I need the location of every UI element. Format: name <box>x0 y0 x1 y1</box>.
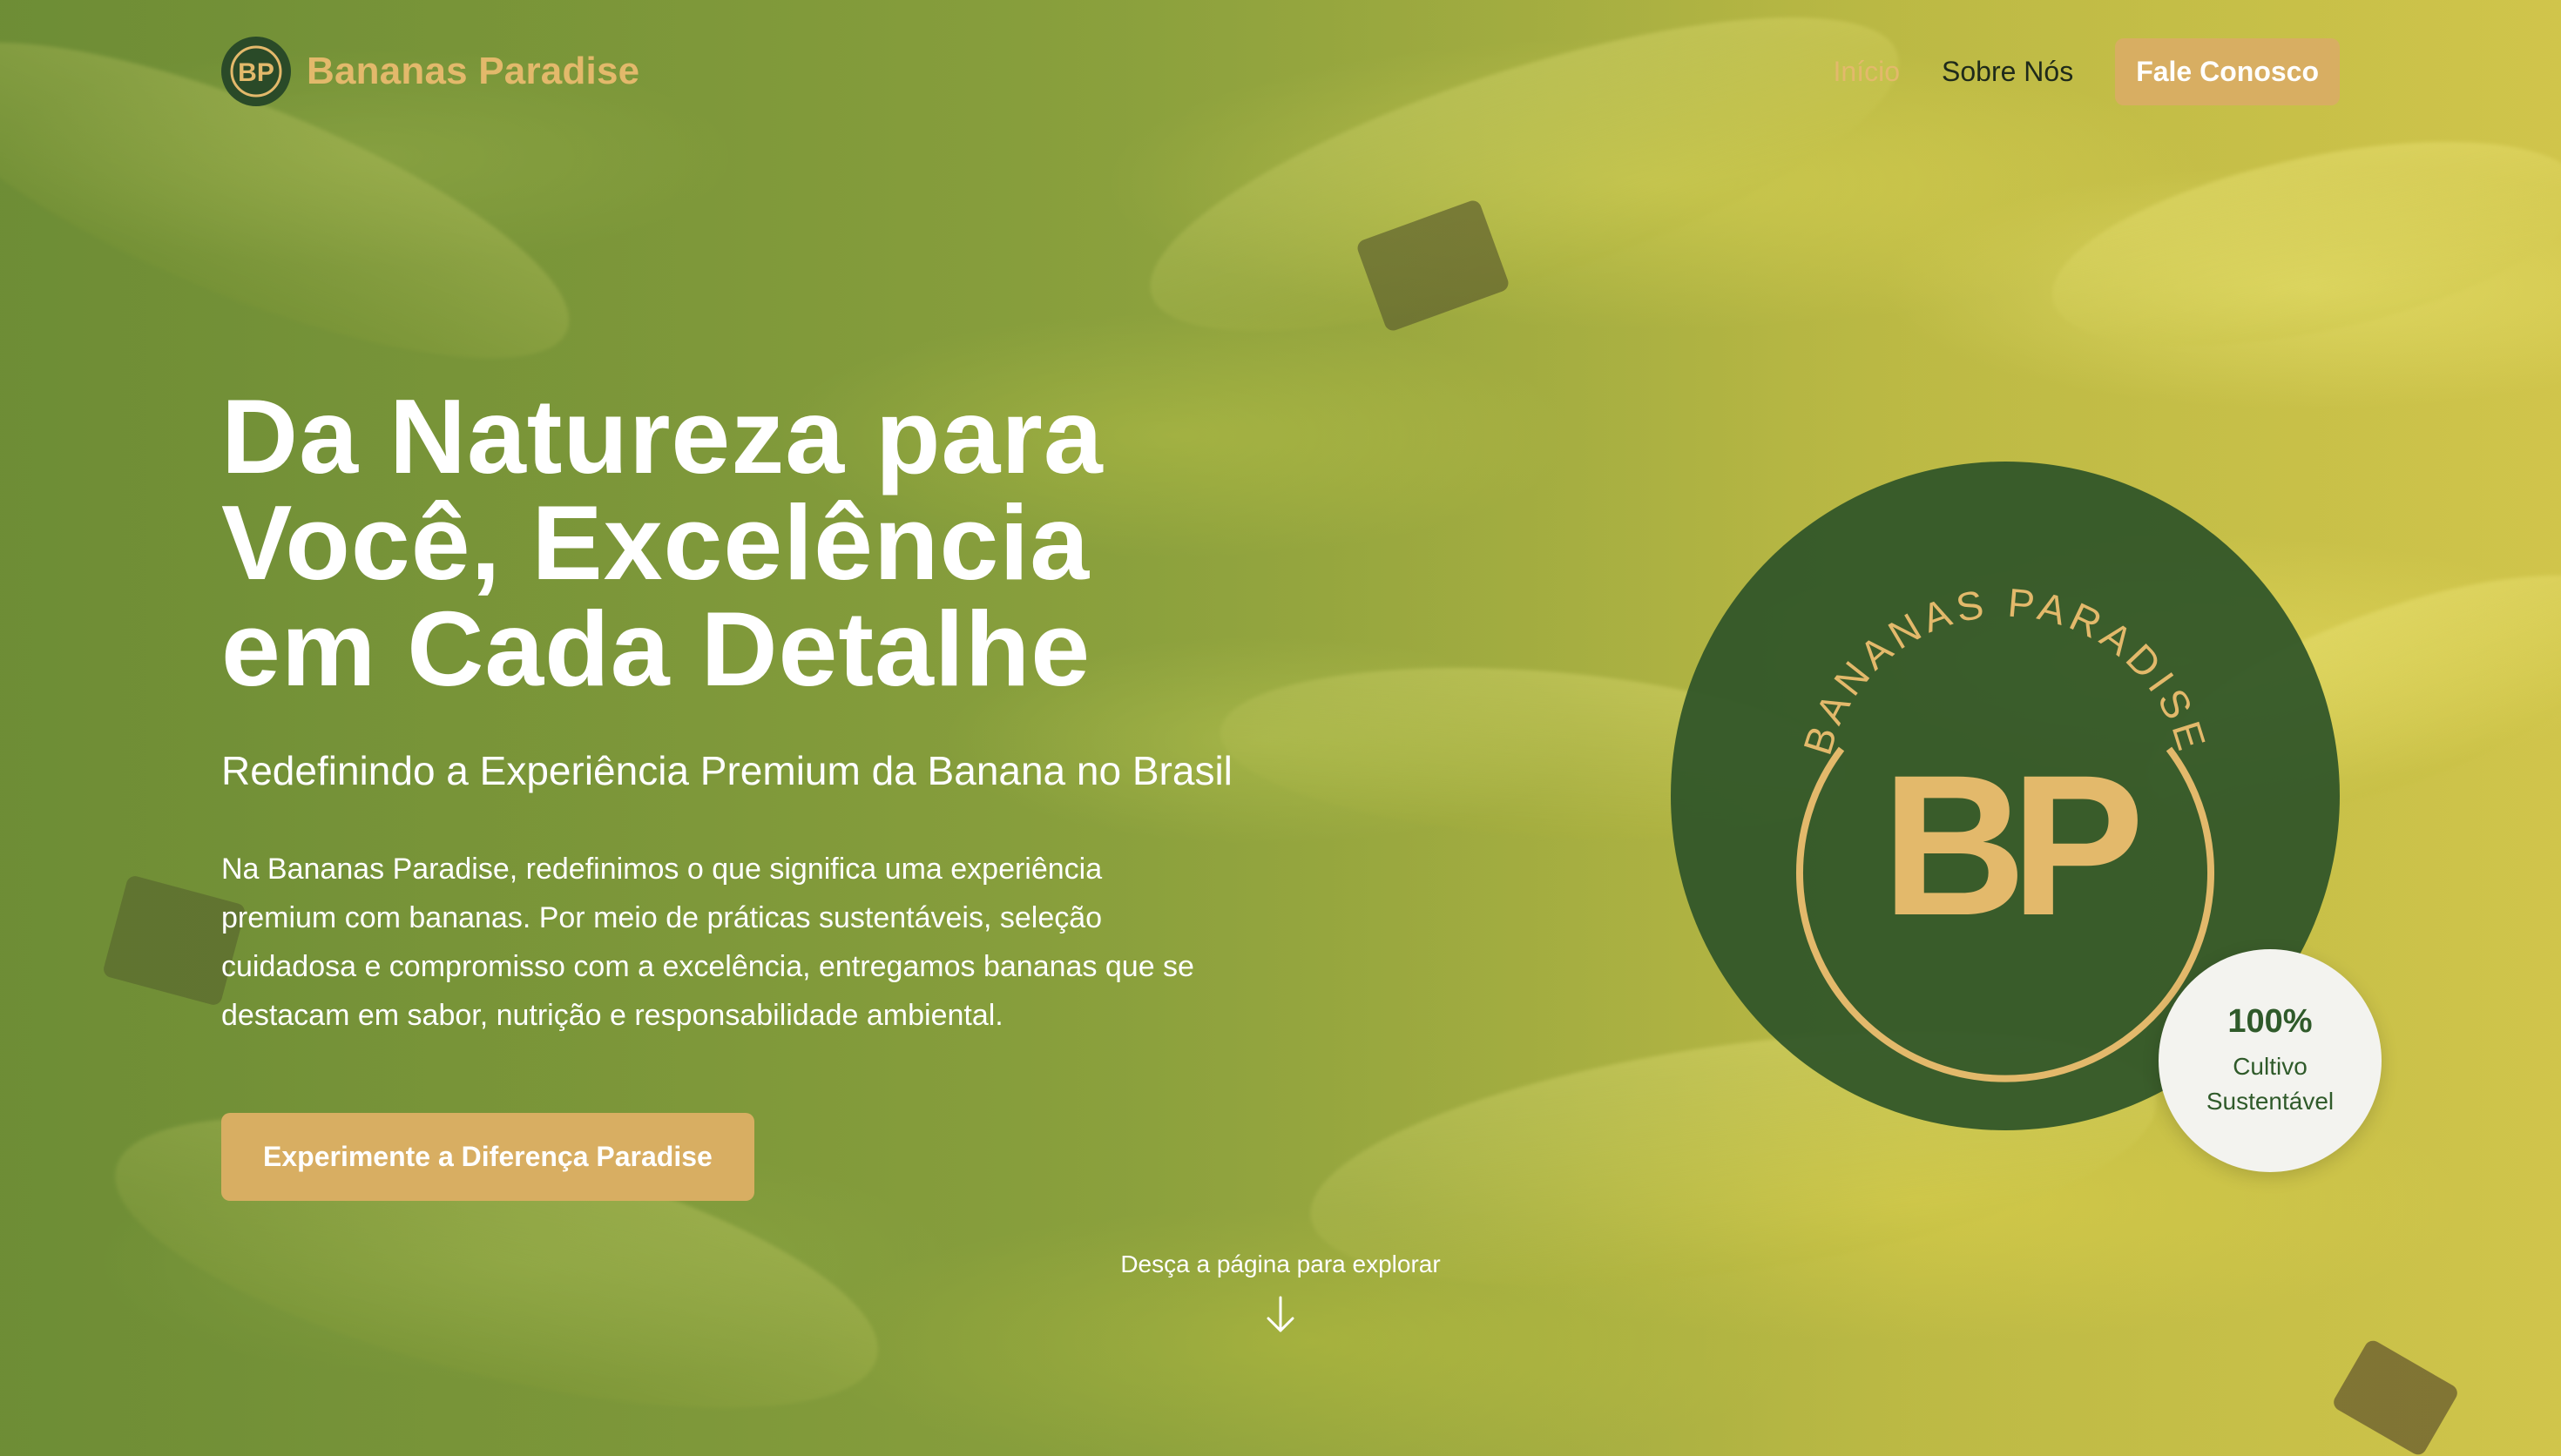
hero-title: Da Natureza para Você, Excelência em Cad… <box>221 383 1301 702</box>
stat-value: 100% <box>2227 1002 2313 1040</box>
scroll-hint-text: Desça a página para explorar <box>1120 1250 1441 1277</box>
main-nav: Início Sobre Nós Fale Conosco <box>1834 37 2340 105</box>
arrow-down-icon[interactable] <box>1063 1294 1498 1336</box>
brand-logo-initials: BP <box>238 58 274 87</box>
contact-button[interactable]: Fale Conosco <box>2115 37 2340 105</box>
stat-label-line: Sustentável <box>2206 1087 2335 1115</box>
brand[interactable]: BP Bananas Paradise <box>221 37 639 106</box>
nav-item-sobre-nos[interactable]: Sobre Nós <box>1942 56 2073 88</box>
brand-logo-icon: BP <box>221 37 291 106</box>
hero-body: Na Bananas Paradise, redefinimos o que s… <box>221 853 1194 1032</box>
hero-subtitle: Redefinindo a Experiência Premium da Ban… <box>221 748 1233 793</box>
sustainability-stat-badge: 100% Cultivo Sustentável <box>2159 949 2382 1172</box>
landing-page: BP Bananas Paradise Início Sobre Nós Fal… <box>0 0 2561 1456</box>
nav-item-inicio[interactable]: Início <box>1834 56 1900 88</box>
hero-title-line: Da Natureza para <box>221 377 1104 495</box>
site-header: BP Bananas Paradise Início Sobre Nós Fal… <box>221 35 2340 108</box>
scroll-hint[interactable]: Desça a página para explorar <box>1063 1250 1498 1336</box>
hero-section: Da Natureza para Você, Excelência em Cad… <box>221 383 1301 1201</box>
stat-label: Cultivo Sustentável <box>2206 1049 2334 1119</box>
hero-title-line: Você, Excelência <box>221 483 1091 602</box>
hero-title-line: em Cada Detalhe <box>221 590 1091 708</box>
experience-difference-button[interactable]: Experimente a Diferença Paradise <box>221 1113 754 1201</box>
stat-label-line: Cultivo <box>2233 1052 2308 1080</box>
badge-initials: BP <box>1882 733 2138 957</box>
brand-name: Bananas Paradise <box>307 50 640 92</box>
